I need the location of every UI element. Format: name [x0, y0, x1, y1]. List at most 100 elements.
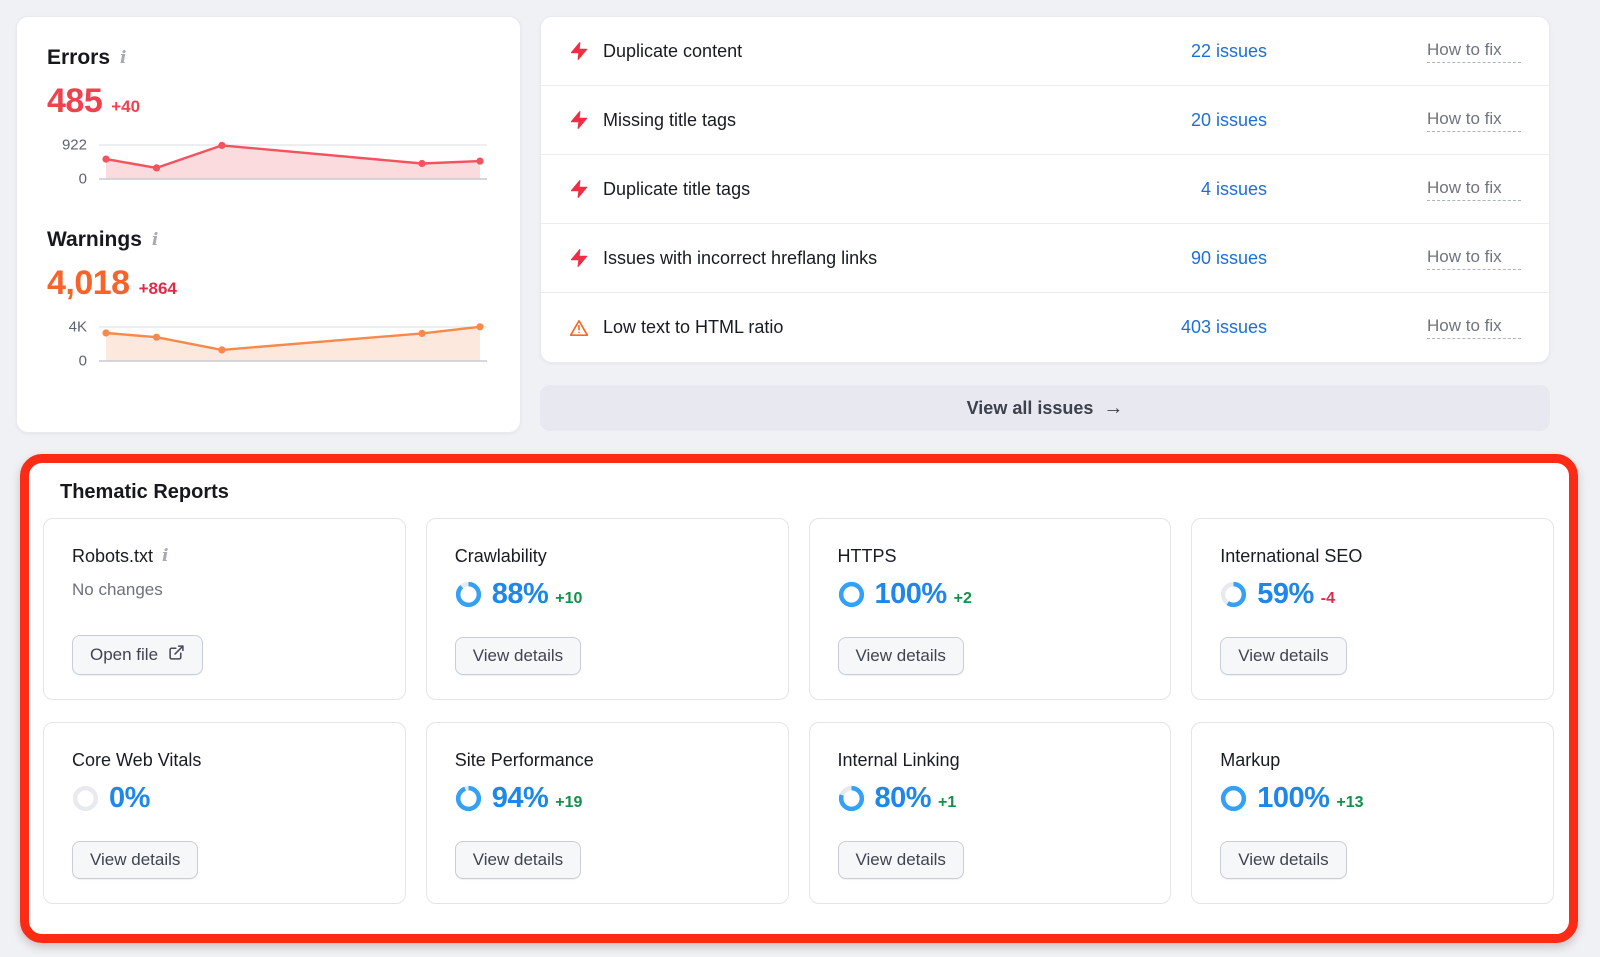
issue-label: Duplicate title tags [603, 179, 1117, 200]
report-card-core-web-vitals: Core Web Vitals 0% View details [43, 722, 406, 904]
card-title: Internal Linking [838, 750, 960, 771]
thematic-reports-panel: Thematic Reports Robots.txt i No changes… [20, 454, 1578, 943]
issue-count-link[interactable]: 4 issues [1117, 179, 1267, 200]
info-icon[interactable]: i [152, 232, 158, 249]
how-to-fix-link[interactable]: How to fix [1427, 247, 1521, 270]
issue-count-link[interactable]: 20 issues [1117, 110, 1267, 131]
issue-row[interactable]: Duplicate title tags 4 issues How to fix [541, 155, 1549, 224]
score-delta: +19 [555, 794, 582, 812]
issue-label: Missing title tags [603, 110, 1117, 131]
view-details-label: View details [473, 646, 563, 666]
score-ring [1220, 581, 1247, 608]
score-ring [838, 581, 865, 608]
card-title: Robots.txt [72, 546, 153, 567]
arrow-right-icon: → [1103, 398, 1123, 418]
view-all-issues-button[interactable]: View all issues → [540, 385, 1550, 431]
errors-sparkline-row: 922 0 [47, 139, 490, 185]
score-percent: 100% [1257, 782, 1329, 815]
errors-value: 485 [47, 81, 102, 121]
y-axis-max-label: 4K [69, 319, 87, 336]
score-delta: +10 [555, 590, 582, 608]
thematic-reports-grid: Robots.txt i No changes Open file Crawla… [43, 518, 1554, 904]
view-details-button[interactable]: View details [838, 637, 964, 675]
score-ring [838, 785, 865, 812]
issue-count-link[interactable]: 90 issues [1117, 248, 1267, 269]
score-percent: 80% [875, 782, 932, 815]
open-file-button[interactable]: Open file [72, 635, 203, 675]
y-axis-min-label: 0 [79, 353, 87, 370]
score-ring [455, 581, 482, 608]
card-title: HTTPS [838, 546, 897, 567]
y-axis-max-label: 922 [62, 137, 87, 154]
view-all-label: View all issues [967, 398, 1094, 419]
view-details-label: View details [90, 850, 180, 870]
score-percent: 59% [1257, 578, 1314, 611]
warnings-sparkline-row: 4K 0 [47, 321, 490, 367]
errors-value-row: 485 +40 [47, 81, 490, 121]
warnings-delta: +864 [139, 279, 177, 299]
report-card-crawlability: Crawlability 88% +10 View details [426, 518, 789, 700]
warnings-sparkline-chart [99, 321, 487, 367]
report-card-site-performance: Site Performance 94% +19 View details [426, 722, 789, 904]
error-bolt-icon [569, 110, 589, 130]
y-axis-min-label: 0 [79, 171, 87, 188]
view-details-button[interactable]: View details [455, 841, 581, 879]
issue-label: Duplicate content [603, 41, 1117, 62]
score-delta: +13 [1336, 794, 1363, 812]
issue-label: Low text to HTML ratio [603, 317, 1117, 338]
external-link-icon [168, 644, 185, 666]
errors-title-row: Errors i [47, 45, 490, 71]
errors-sparkline-chart [99, 139, 487, 185]
issue-row[interactable]: Issues with incorrect hreflang links 90 … [541, 224, 1549, 293]
report-card-markup: Markup 100% +13 View details [1191, 722, 1554, 904]
how-to-fix-link[interactable]: How to fix [1427, 178, 1521, 201]
thematic-reports-title: Thematic Reports [60, 481, 1569, 504]
warning-triangle-icon [569, 318, 589, 338]
issue-row[interactable]: Low text to HTML ratio 403 issues How to… [541, 293, 1549, 362]
view-details-button[interactable]: View details [1220, 637, 1346, 675]
card-title: Site Performance [455, 750, 594, 771]
issue-row[interactable]: Duplicate content 22 issues How to fix [541, 17, 1549, 86]
score-ring [1220, 785, 1247, 812]
issue-count-link[interactable]: 22 issues [1117, 41, 1267, 62]
view-details-label: View details [856, 646, 946, 666]
how-to-fix-link[interactable]: How to fix [1427, 316, 1521, 339]
score-ring [72, 785, 99, 812]
errors-title: Errors [47, 45, 110, 71]
score-percent: 0% [109, 782, 150, 815]
score-percent: 94% [492, 782, 549, 815]
score-delta: +2 [954, 590, 972, 608]
view-details-button[interactable]: View details [1220, 841, 1346, 879]
issue-count-link[interactable]: 403 issues [1117, 317, 1267, 338]
error-bolt-icon [569, 41, 589, 61]
score-delta: +1 [938, 794, 956, 812]
warnings-section: Warnings i 4,018 +864 4K 0 [47, 227, 490, 367]
errors-y-axis: 922 0 [47, 139, 87, 185]
view-details-button[interactable]: View details [72, 841, 198, 879]
score-delta: -4 [1321, 590, 1335, 608]
card-title: International SEO [1220, 546, 1362, 567]
card-title: Core Web Vitals [72, 750, 201, 771]
view-details-button[interactable]: View details [455, 637, 581, 675]
how-to-fix-link[interactable]: How to fix [1427, 40, 1521, 63]
report-card-https: HTTPS 100% +2 View details [809, 518, 1172, 700]
warnings-value: 4,018 [47, 263, 130, 303]
view-details-label: View details [856, 850, 946, 870]
view-details-label: View details [1238, 646, 1328, 666]
info-icon[interactable]: i [120, 50, 126, 67]
error-bolt-icon [569, 248, 589, 268]
info-icon[interactable]: i [162, 548, 168, 565]
errors-section: Errors i 485 +40 922 0 [47, 45, 490, 185]
report-card-robots-txt: Robots.txt i No changes Open file [43, 518, 406, 700]
status-text: No changes [72, 580, 377, 600]
open-file-label: Open file [90, 645, 158, 665]
score-percent: 88% [492, 578, 549, 611]
how-to-fix-link[interactable]: How to fix [1427, 109, 1521, 132]
issue-row[interactable]: Missing title tags 20 issues How to fix [541, 86, 1549, 155]
card-title: Markup [1220, 750, 1280, 771]
site-audit-dashboard: { "colors": { "page_bg": "#f0f1f5", "err… [0, 0, 1600, 957]
report-card-international-seo: International SEO 59% -4 View details [1191, 518, 1554, 700]
score-ring [455, 785, 482, 812]
view-details-button[interactable]: View details [838, 841, 964, 879]
summary-card: Errors i 485 +40 922 0 Warnings i 4,018 … [16, 16, 521, 433]
